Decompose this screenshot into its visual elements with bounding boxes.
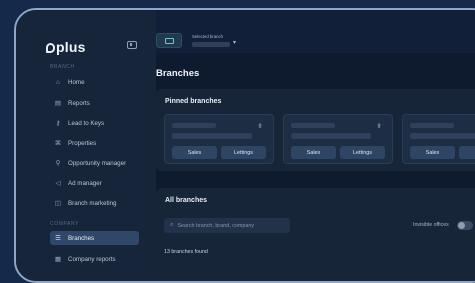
pin-icon[interactable]: ⇟	[376, 122, 382, 130]
logo-icon	[46, 43, 55, 53]
sales-button[interactable]: Sales	[410, 146, 455, 159]
sidebar-item-properties[interactable]: ⌘ Properties	[50, 136, 139, 150]
search-input[interactable]: ⌕ Search branch, brand, company	[164, 218, 290, 233]
invisible-offices-label: Invisible offices	[413, 222, 449, 228]
sidebar-item-label: Ad manager	[68, 179, 102, 187]
sidebar-item-label: Properties	[68, 139, 97, 147]
sidebar-item-reports[interactable]: ▤ Reports	[50, 96, 139, 110]
branch-detail-placeholder	[410, 133, 475, 139]
logo-text: plus	[56, 39, 86, 55]
pinned-branch-card: ⇟ Sales Lettings	[283, 114, 393, 164]
sidebar-item-label: Reports	[68, 99, 90, 107]
properties-icon: ⌘	[54, 140, 62, 147]
branches-icon: ☰	[55, 235, 61, 242]
lettings-button[interactable]: Lettings	[221, 146, 266, 159]
branch-marketing-icon: ◫	[54, 200, 62, 207]
sidebar-item-label: Lead to Keys	[68, 119, 105, 127]
sidebar-item-company-reports[interactable]: ▦ Company reports	[50, 252, 139, 266]
all-branches-title: All branches	[165, 197, 208, 204]
branch-name-placeholder	[291, 123, 335, 128]
pin-icon[interactable]: ⇟	[257, 122, 263, 130]
branch-view-button[interactable]	[156, 33, 182, 48]
sales-button[interactable]: Sales	[291, 146, 336, 159]
pinned-branch-card: Sales L	[402, 114, 475, 164]
search-icon: ⌕	[170, 222, 174, 228]
company-reports-icon: ▦	[54, 256, 62, 263]
branch-detail-placeholder	[291, 133, 371, 139]
location-pin-icon: ⚲	[55, 160, 61, 167]
lettings-button[interactable]: L	[459, 146, 475, 159]
sidebar-item-label: Opportunity manager	[68, 159, 127, 167]
logo: plus	[46, 39, 86, 55]
branch-name-placeholder	[172, 123, 216, 128]
sidebar-item-label: Home	[68, 78, 85, 86]
pinned-branches-title: Pinned branches	[165, 98, 222, 105]
sidebar-item-ad-manager[interactable]: ◁ Ad manager	[50, 176, 139, 190]
sidebar-item-label: Branches	[68, 234, 95, 242]
home-icon: ⌂	[56, 78, 60, 86]
sales-button[interactable]: Sales	[172, 146, 217, 159]
page-title: Branches	[156, 68, 200, 79]
megaphone-icon: ◁	[55, 180, 61, 187]
report-icon: ▤	[54, 100, 62, 107]
section-label-branch: BRANCH	[50, 64, 75, 70]
lettings-button[interactable]: Lettings	[340, 146, 385, 159]
sidebar-item-label: Branch marketing	[68, 199, 117, 207]
toggle-knob	[458, 222, 465, 229]
selected-branch-label: Selected branch	[192, 34, 224, 39]
invisible-offices-toggle[interactable]	[457, 221, 473, 230]
monitor-icon	[165, 38, 174, 44]
app-window: plus BRANCH ⌂ Home ▤ Reports ⚷ Lead to Keys…	[14, 8, 475, 283]
selected-branch-dropdown[interactable]	[192, 42, 230, 47]
sidebar-item-opportunity-manager[interactable]: ⚲ Opportunity manager	[50, 156, 139, 170]
sidebar-item-home[interactable]: ⌂ Home	[50, 75, 139, 89]
search-placeholder: Search branch, brand, company	[177, 222, 255, 229]
sidebar-item-label: Company reports	[68, 255, 116, 263]
sidebar-item-branches[interactable]: ☰ Branches	[50, 231, 139, 245]
key-icon: ⚷	[55, 120, 61, 127]
results-count: 13 branches found	[164, 249, 208, 255]
section-label-company: COMPANY	[50, 221, 80, 227]
branch-name-placeholder	[410, 123, 454, 128]
pinned-branch-card: ⇟ Sales Lettings	[164, 114, 274, 164]
sidebar-item-lead-to-keys[interactable]: ⚷ Lead to Keys	[50, 116, 139, 130]
chevron-down-icon[interactable]: ▾	[233, 39, 236, 46]
sidebar-item-branch-marketing[interactable]: ◫ Branch marketing	[50, 196, 139, 210]
branch-detail-placeholder	[172, 133, 252, 139]
collapse-sidebar-icon[interactable]	[127, 41, 137, 49]
